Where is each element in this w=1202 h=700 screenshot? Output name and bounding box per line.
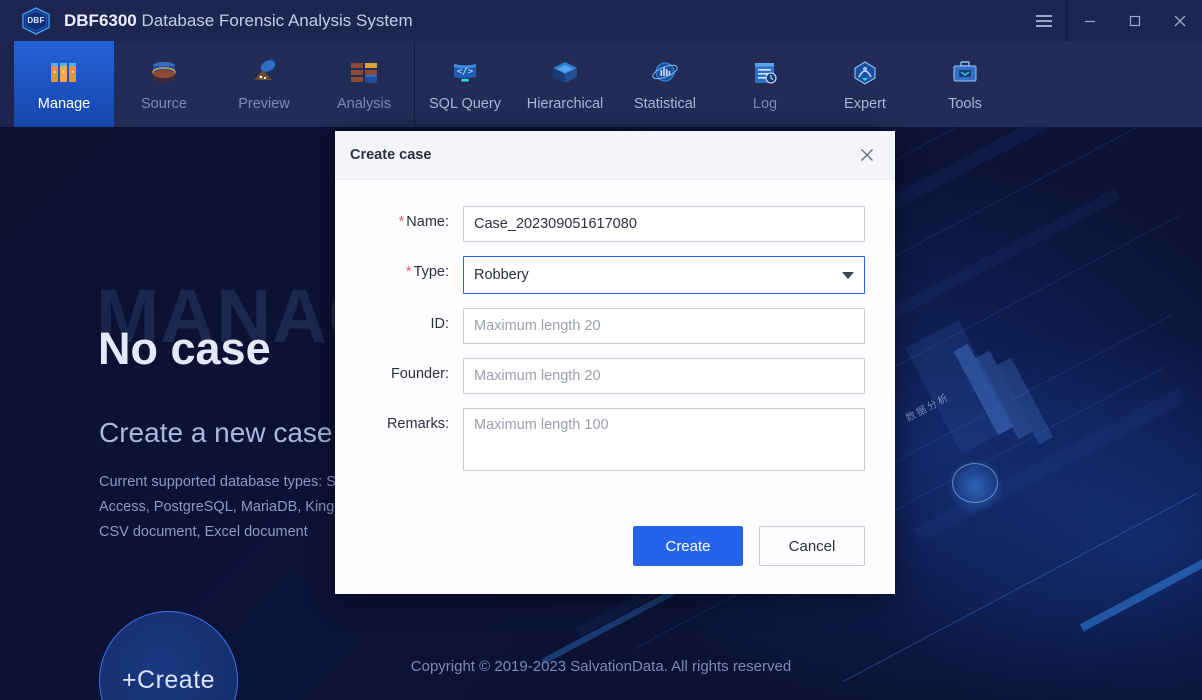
close-icon[interactable] bbox=[853, 141, 881, 169]
nav-label-sql-query: SQL Query bbox=[429, 96, 501, 112]
required-asterisk-name: * bbox=[398, 214, 405, 230]
nav-item-manage[interactable]: Manage bbox=[14, 41, 114, 127]
type-select-value: Robbery bbox=[474, 267, 529, 283]
sql-query-icon: </> bbox=[446, 56, 484, 90]
menu-button[interactable] bbox=[1021, 0, 1066, 41]
nav-label-manage: Manage bbox=[37, 96, 91, 112]
nav-item-source[interactable]: Source bbox=[114, 41, 214, 127]
logo-text: DBF bbox=[27, 16, 45, 25]
remarks-textarea[interactable] bbox=[463, 408, 865, 471]
control-remarks bbox=[463, 408, 865, 476]
field-row-founder: Founder: bbox=[355, 358, 865, 394]
nav-label-preview: Preview bbox=[238, 96, 290, 112]
label-type: * Type: bbox=[355, 256, 463, 280]
field-row-id: ID: bbox=[355, 308, 865, 344]
control-id bbox=[463, 308, 865, 344]
nav-label-statistical: Statistical bbox=[633, 96, 697, 112]
manage-icon bbox=[45, 56, 83, 90]
label-remarks-text: Remarks: bbox=[386, 416, 449, 432]
dialog-header: Create case bbox=[335, 131, 895, 180]
create-case-circle-button[interactable]: +Create bbox=[99, 611, 238, 700]
preview-icon bbox=[245, 56, 283, 90]
field-row-type: * Type: Robbery bbox=[355, 256, 865, 294]
control-type: Robbery bbox=[463, 256, 865, 294]
main-navigation-bar: Manage Source Preview Analysis </> SQL Q… bbox=[0, 41, 1202, 127]
create-case-dialog: Create case *Name: *Ty bbox=[335, 131, 895, 594]
nav-group-right: </> SQL Query Hierarchical Statistical L… bbox=[415, 41, 1015, 127]
nav-label-source: Source bbox=[141, 96, 187, 112]
dialog-actions: Create Cancel bbox=[335, 504, 895, 594]
hamburger-menu-icon bbox=[1035, 14, 1052, 27]
name-input[interactable] bbox=[463, 206, 865, 242]
svg-text:</>: </> bbox=[457, 67, 474, 77]
nav-item-hierarchical[interactable]: Hierarchical bbox=[515, 41, 615, 127]
nav-item-analysis[interactable]: Analysis bbox=[314, 41, 414, 127]
nav-label-tools: Tools bbox=[948, 96, 982, 112]
maximize-button[interactable] bbox=[1112, 0, 1157, 41]
create-button[interactable]: Create bbox=[633, 526, 743, 566]
page-title: No case bbox=[98, 323, 271, 374]
nav-label-expert: Expert bbox=[844, 96, 886, 112]
label-id: ID: bbox=[355, 308, 463, 332]
label-id-text: ID: bbox=[430, 316, 449, 332]
app-logo: DBF bbox=[16, 0, 56, 41]
close-window-button[interactable] bbox=[1157, 0, 1202, 41]
application-window: DBF DBF6300 Database Forensic Analysis S… bbox=[0, 0, 1202, 700]
label-name-text: Name: bbox=[406, 214, 449, 230]
cancel-button[interactable]: Cancel bbox=[759, 526, 865, 566]
close-icon bbox=[1174, 15, 1185, 26]
app-title-brand: DBF6300 bbox=[64, 10, 137, 30]
nav-item-preview[interactable]: Preview bbox=[214, 41, 314, 127]
label-name: * Name: bbox=[355, 206, 463, 230]
required-asterisk-type: * bbox=[405, 264, 412, 280]
statistical-icon bbox=[646, 56, 684, 90]
database-icon bbox=[145, 56, 183, 90]
nav-label-log: Log bbox=[752, 96, 778, 112]
tools-icon bbox=[946, 56, 984, 90]
label-founder: Founder: bbox=[355, 358, 463, 382]
nav-item-sql-query[interactable]: </> SQL Query bbox=[415, 41, 515, 127]
nav-label-analysis: Analysis bbox=[337, 96, 391, 112]
chevron-down-icon bbox=[842, 271, 854, 279]
field-row-remarks: Remarks: bbox=[355, 408, 865, 476]
nav-item-expert[interactable]: Expert bbox=[815, 41, 915, 127]
nav-item-log[interactable]: Log bbox=[715, 41, 815, 127]
expert-icon bbox=[846, 56, 884, 90]
dbf-hexagon-icon: DBF bbox=[21, 6, 51, 35]
nav-item-statistical[interactable]: Statistical bbox=[615, 41, 715, 127]
deco-chinese-label: 数据分析 bbox=[904, 392, 952, 425]
dialog-body: *Name: *Type: Robbery bbox=[335, 180, 895, 504]
nav-left-edge bbox=[0, 41, 14, 127]
label-type-text: Type: bbox=[413, 264, 449, 280]
title-bar: DBF DBF6300 Database Forensic Analysis S… bbox=[0, 0, 1202, 41]
analysis-icon bbox=[345, 56, 383, 90]
nav-label-hierarchical: Hierarchical bbox=[526, 96, 604, 112]
nav-item-tools[interactable]: Tools bbox=[915, 41, 1015, 127]
id-input[interactable] bbox=[463, 308, 865, 344]
log-icon bbox=[746, 56, 784, 90]
control-founder bbox=[463, 358, 865, 394]
dialog-title: Create case bbox=[350, 147, 432, 163]
field-row-name: * Name: bbox=[355, 206, 865, 242]
founder-input[interactable] bbox=[463, 358, 865, 394]
maximize-icon bbox=[1129, 15, 1140, 26]
app-title: DBF6300 Database Forensic Analysis Syste… bbox=[64, 11, 413, 31]
label-founder-text: Founder: bbox=[390, 366, 449, 382]
minimize-button[interactable] bbox=[1067, 0, 1112, 41]
hierarchical-icon bbox=[546, 56, 584, 90]
footer-copyright: Copyright © 2019-2023 SalvationData. All… bbox=[410, 658, 792, 675]
control-name bbox=[463, 206, 865, 242]
minimize-icon bbox=[1084, 20, 1095, 22]
page-subtitle: Create a new case bbox=[99, 417, 333, 448]
label-remarks: Remarks: bbox=[355, 408, 463, 432]
app-title-rest: Database Forensic Analysis System bbox=[136, 10, 413, 30]
type-select[interactable]: Robbery bbox=[463, 256, 865, 294]
